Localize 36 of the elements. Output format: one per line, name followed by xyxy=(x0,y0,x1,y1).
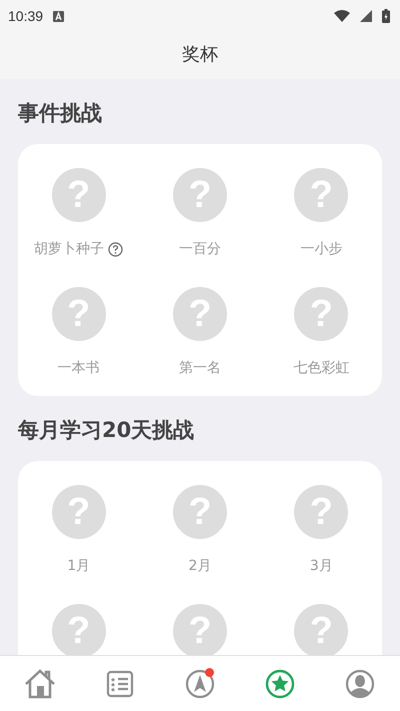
badge-label: 一小步 xyxy=(300,240,342,258)
nav-tab[interactable] xyxy=(23,666,57,700)
badge-label: 3月 xyxy=(310,557,333,575)
trophy-badge[interactable]: ? xyxy=(52,168,106,222)
trophy-badge[interactable]: ? xyxy=(52,485,106,539)
badge-label: 胡萝卜种子 xyxy=(34,240,104,258)
badge-label: 一百分 xyxy=(178,240,221,258)
compass-icon xyxy=(185,668,215,698)
badge-label: 1月 xyxy=(67,557,90,575)
trophy-badge[interactable]: ? xyxy=(294,604,348,655)
trophy-badge[interactable]: ? xyxy=(52,604,106,655)
trophy-badge[interactable]: ? xyxy=(294,168,348,222)
badge-label: 第一名 xyxy=(178,359,221,377)
home-icon xyxy=(24,668,56,698)
trophy-badge[interactable]: ? xyxy=(294,485,348,539)
section-title: 事件挑战 xyxy=(18,100,103,127)
trophy-badge[interactable]: ? xyxy=(172,168,227,222)
wifi-icon xyxy=(334,10,350,22)
signal-icon xyxy=(360,10,372,22)
battery-icon xyxy=(382,9,390,23)
badge-label: 七色彩虹 xyxy=(293,359,350,377)
page-title: 奖杯 xyxy=(182,42,218,66)
nav-tab[interactable] xyxy=(183,666,217,700)
trophy-badge[interactable]: ? xyxy=(172,485,227,539)
list-icon xyxy=(106,670,134,698)
status-time: 10:39 xyxy=(8,8,44,24)
help-icon[interactable] xyxy=(108,242,124,256)
trophy-badge[interactable]: ? xyxy=(294,287,348,341)
section-title: 每月学习20天挑战 xyxy=(18,417,196,444)
trophy-badge[interactable]: ? xyxy=(172,604,227,655)
notification-icon xyxy=(53,10,64,22)
trophy-badge[interactable]: ? xyxy=(52,287,106,341)
badge-label: 2月 xyxy=(188,557,212,575)
profile-icon xyxy=(345,668,375,698)
badge-label: 一本书 xyxy=(58,359,100,377)
trophy-badge[interactable]: ? xyxy=(172,287,227,341)
